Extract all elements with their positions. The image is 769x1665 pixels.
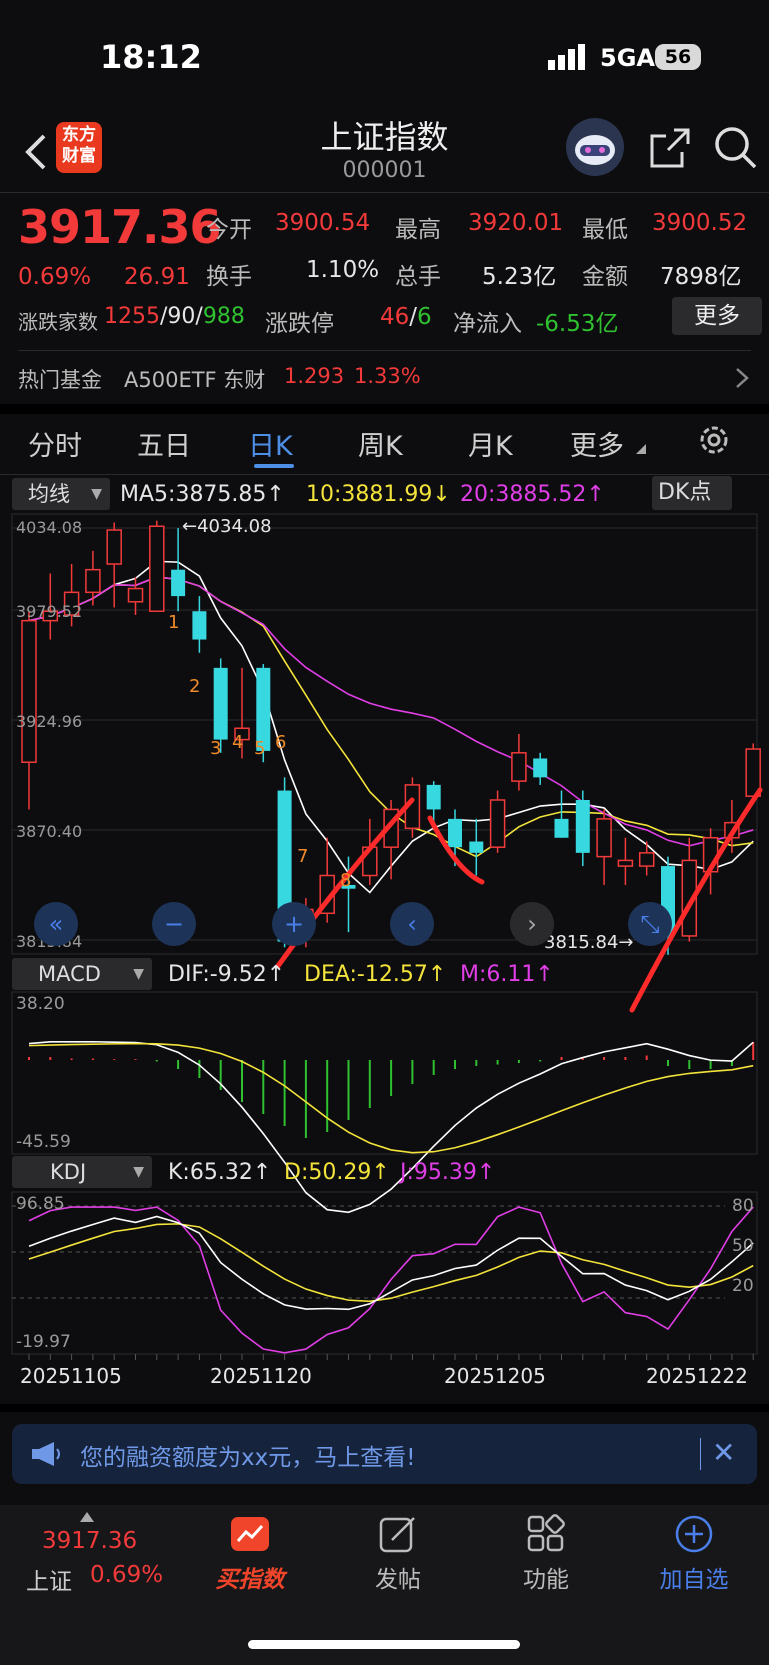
- nav-functions[interactable]: 功能: [486, 1560, 606, 1594]
- date-label: 20251222: [646, 1364, 748, 1388]
- candle-body-down: [426, 784, 441, 810]
- candle-body-up: [617, 859, 634, 867]
- candle-body-up: [127, 587, 144, 603]
- chart-canvas: [11, 513, 763, 1360]
- nav-price: 3917.36: [42, 1528, 138, 1554]
- candle-body-down: [469, 841, 484, 853]
- candle-body-up: [596, 818, 612, 858]
- candle-body-down: [554, 818, 569, 838]
- close-icon[interactable]: ✕: [712, 1436, 735, 1469]
- td-label: 4: [232, 732, 244, 753]
- scroll-right-button[interactable]: ›: [510, 902, 554, 946]
- nav-post[interactable]: 发帖: [338, 1560, 458, 1594]
- kdj-k: K:65.32↑: [168, 1160, 272, 1185]
- scroll-left-button[interactable]: ‹: [390, 902, 434, 946]
- macd-axis-top: 38.20: [16, 994, 65, 1014]
- j-line: [28, 1206, 754, 1354]
- zoom-in-button[interactable]: +: [272, 902, 316, 946]
- high-marker: ←4034.08: [182, 516, 272, 537]
- candle-body-down: [213, 667, 228, 740]
- kdj-ref-50: 50: [732, 1236, 754, 1256]
- kdj-axis-bottom: -19.97: [16, 1332, 71, 1352]
- candle-body-up: [106, 529, 122, 565]
- candle-body-down: [192, 611, 207, 640]
- date-label: 20251105: [20, 1364, 122, 1388]
- candle-body-up: [638, 852, 655, 867]
- price-axis-label: 3870.40: [16, 822, 83, 841]
- kdj-ref-80: 80: [732, 1196, 754, 1216]
- nav-add-watchlist[interactable]: 加自选: [634, 1560, 754, 1594]
- price-axis-label: 3979.52: [16, 602, 83, 621]
- macd-panel-frame: [11, 991, 758, 1155]
- k-line: [28, 1215, 754, 1311]
- td-label: 2: [189, 676, 201, 697]
- candle-body-down: [533, 758, 548, 778]
- macd-dif: DIF:-9.52↑: [168, 962, 286, 987]
- kdj-axis-top: 96.85: [16, 1194, 65, 1214]
- nav-index-name: 上证: [26, 1569, 72, 1595]
- buy-index-icon[interactable]: [230, 1516, 270, 1552]
- td-label: 8: [340, 870, 352, 891]
- candle-body-up: [85, 568, 101, 594]
- price-axis-label: 4034.08: [16, 518, 83, 537]
- fullscreen-button[interactable]: ⤡: [628, 902, 672, 946]
- price-axis-label: 3924.96: [16, 712, 83, 731]
- macd-dea: DEA:-12.57↑: [304, 962, 447, 987]
- kdj-d: D:50.29↑: [284, 1160, 390, 1185]
- date-label: 20251120: [210, 1364, 312, 1388]
- caret-up-icon: [80, 1512, 94, 1522]
- functions-icon[interactable]: [526, 1514, 566, 1554]
- banner-divider: [700, 1438, 701, 1470]
- kdj-selector-label: KDJ: [50, 1160, 87, 1184]
- nav-pct: 0.69%: [90, 1562, 164, 1588]
- candle-body-up: [511, 752, 527, 782]
- candle-body-down: [171, 569, 186, 597]
- kdj-j: J:95.39↑: [400, 1160, 496, 1185]
- low-marker: 3815.84→: [544, 932, 634, 953]
- kdj-ref-20: 20: [732, 1276, 754, 1296]
- macd-m: M:6.11↑: [460, 962, 554, 987]
- add-watchlist-icon[interactable]: [674, 1514, 714, 1554]
- zoom-out-button[interactable]: −: [152, 902, 196, 946]
- candle-body-down: [448, 818, 462, 848]
- section-gap: [0, 1404, 769, 1412]
- macd-axis-bottom: -45.59: [16, 1132, 71, 1152]
- td-label: 6: [275, 732, 287, 753]
- td-label: 1: [168, 612, 180, 633]
- candle-body-up: [21, 619, 37, 763]
- kdj-selector[interactable]: KDJ ▼: [12, 1156, 152, 1188]
- home-indicator[interactable]: [248, 1640, 520, 1649]
- nav-buy-index[interactable]: 买指数: [190, 1560, 310, 1594]
- post-icon[interactable]: [378, 1514, 418, 1554]
- macd-selector-label: MACD: [38, 962, 101, 986]
- date-label: 20251205: [444, 1364, 546, 1388]
- td-label: 5: [254, 738, 266, 759]
- price-panel-frame: [11, 513, 758, 955]
- td-label: 3: [210, 738, 222, 759]
- td-label: 7: [297, 846, 309, 867]
- kdj-panel-frame: [11, 1191, 758, 1355]
- banner-text[interactable]: 您的融资额度为xx元，马上查看!: [80, 1438, 415, 1472]
- candle-body-up: [489, 799, 506, 848]
- kdj-group: [28, 1206, 754, 1354]
- candle-body-down: [575, 799, 590, 853]
- rewind-button[interactable]: «: [34, 902, 78, 946]
- candle-body-up: [149, 525, 165, 612]
- megaphone-icon: [32, 1442, 60, 1466]
- macd-selector[interactable]: MACD ▼: [12, 958, 152, 990]
